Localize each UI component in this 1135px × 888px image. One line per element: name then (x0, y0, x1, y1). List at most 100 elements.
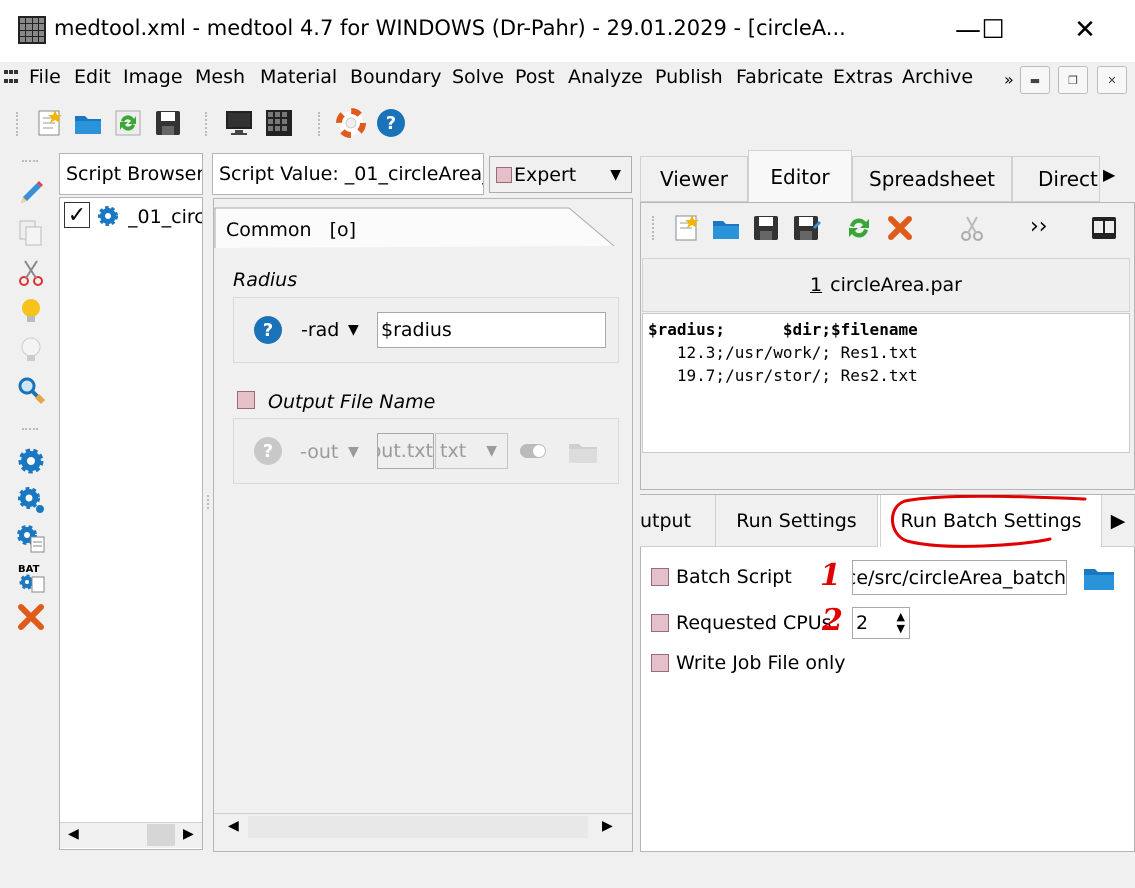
bottom-tabs-scroll-right[interactable]: ▶ (1102, 495, 1135, 547)
refresh-icon[interactable] (113, 108, 143, 138)
tab-run-settings[interactable]: Run Settings (716, 495, 878, 547)
tab-directory[interactable]: Directo (1012, 156, 1100, 202)
code-line: $radius; $dir;$filename (648, 320, 918, 339)
output-ext-select[interactable]: txt ▼ (435, 433, 508, 469)
script-value-header: Script Value: _01_circleArea_ (212, 153, 484, 195)
menu-publish[interactable]: Publish (655, 66, 723, 88)
code-editor[interactable]: $radius; $dir;$filename 12.3;/usr/work/;… (642, 313, 1130, 453)
lightbulb-on-icon[interactable] (15, 296, 47, 328)
tab-spreadsheet[interactable]: Spreadsheet (852, 156, 1012, 202)
menu-edit[interactable]: Edit (74, 66, 111, 88)
help-icon[interactable]: ? (377, 109, 405, 137)
lightbulb-off-icon[interactable] (15, 335, 47, 367)
scroll-right-arrow[interactable]: ▶ (183, 826, 194, 842)
menu-overflow-button[interactable]: » (1004, 70, 1014, 89)
scroll-right-arrow[interactable]: ▶ (602, 818, 613, 834)
tab-viewer[interactable]: Viewer (640, 156, 748, 202)
scroll-thumb[interactable] (248, 816, 588, 838)
editor-split-view-icon[interactable] (1089, 213, 1119, 243)
mode-select[interactable]: Expert ▼ (489, 156, 632, 193)
editor-save-as-icon[interactable] (791, 213, 821, 243)
open-folder-icon[interactable] (73, 108, 103, 138)
menu-extras[interactable]: Extras (833, 66, 893, 88)
menu-solve[interactable]: Solve (452, 66, 504, 88)
scroll-left-arrow[interactable]: ◀ (228, 818, 239, 834)
editor-toolbar-grip[interactable] (652, 216, 655, 240)
annotation-one: 1 (820, 558, 841, 593)
script-item-label[interactable]: _01_circl (128, 206, 202, 228)
scroll-thumb[interactable] (147, 824, 175, 846)
requested-cpus-checkbox[interactable] (651, 614, 669, 632)
batch-script-checkbox[interactable] (651, 568, 669, 586)
menu-analyze[interactable]: Analyze (568, 66, 643, 88)
output-help-icon[interactable]: ? (254, 437, 282, 465)
batch-script-label: Batch Script (676, 566, 792, 588)
batch-script-input[interactable]: ce/src/circleArea_batch (852, 560, 1067, 595)
output-toggle[interactable] (520, 444, 546, 458)
mdi-restore-button[interactable]: ❐ (1058, 66, 1088, 94)
output-file-checkbox[interactable] (237, 391, 255, 409)
tabs-scroll-right-arrow[interactable]: ▶ (1103, 165, 1115, 184)
file-tab[interactable]: 1 circleArea.par (642, 258, 1130, 312)
script-browser-list[interactable] (59, 197, 203, 850)
splitter-handle[interactable] (207, 495, 211, 509)
requested-cpus-spinbox[interactable]: 2 ▲ ▼ (852, 607, 910, 639)
gear-icon[interactable] (15, 445, 47, 477)
editor-toolbar-overflow[interactable]: ›› (1030, 214, 1048, 239)
bat-script-icon[interactable]: BAT (15, 562, 47, 594)
write-job-file-checkbox[interactable] (651, 654, 669, 672)
menu-material[interactable]: Material (260, 66, 337, 88)
scissors-icon[interactable] (15, 257, 47, 289)
grid-view-icon[interactable] (264, 108, 294, 138)
save-icon[interactable] (153, 108, 183, 138)
tab-common[interactable]: Common [o] (226, 219, 356, 241)
editor-new-icon[interactable] (672, 213, 702, 243)
search-edit-icon[interactable] (15, 374, 47, 406)
new-script-icon[interactable] (35, 108, 65, 138)
copy-icon[interactable] (15, 217, 47, 249)
mdi-close-button[interactable]: ✕ (1097, 66, 1127, 94)
output-folder-icon[interactable] (568, 440, 598, 464)
output-flag-label: -out (300, 441, 339, 463)
radius-label: Radius (233, 269, 298, 291)
script-enabled-checkbox[interactable]: ✓ (64, 202, 90, 228)
monitor-icon[interactable] (224, 108, 254, 138)
menu-app-icon[interactable] (4, 70, 18, 86)
lifebuoy-icon[interactable] (336, 108, 366, 138)
tab-editor[interactable]: Editor (748, 150, 852, 203)
editor-open-folder-icon[interactable] (711, 213, 741, 243)
delete-icon[interactable] (15, 601, 47, 633)
pencil-icon[interactable] (15, 177, 47, 209)
batch-script-folder-icon[interactable] (1083, 565, 1115, 591)
maximize-button[interactable]: ☐ (973, 12, 1013, 48)
mdi-minimize-button[interactable]: ▬ (1020, 66, 1050, 94)
script-browser-scrollbar[interactable] (60, 822, 202, 848)
menu-mesh[interactable]: Mesh (195, 66, 245, 88)
output-flag-chevron-icon[interactable]: ▼ (348, 444, 359, 460)
menu-file[interactable]: File (29, 66, 61, 88)
gear-script-icon[interactable] (15, 523, 47, 555)
tab-common-label: Common (226, 219, 312, 241)
mode-select-value: Expert (514, 163, 577, 186)
radius-flag-chevron-icon[interactable]: ▼ (348, 322, 359, 338)
sidebar-grip[interactable] (22, 160, 38, 168)
menu-boundary[interactable]: Boundary (350, 66, 442, 88)
spin-arrows-icon[interactable]: ▲ ▼ (897, 611, 905, 635)
editor-delete-icon[interactable] (885, 213, 915, 243)
editor-reload-icon[interactable] (844, 213, 874, 243)
menu-archive[interactable]: Archive (902, 66, 973, 88)
menu-fabricate[interactable]: Fabricate (736, 66, 823, 88)
toolbar-grip[interactable] (16, 112, 19, 136)
radius-help-icon[interactable]: ? (254, 316, 282, 344)
editor-cut-icon[interactable] (957, 213, 987, 243)
close-button[interactable]: ✕ (1065, 12, 1105, 48)
menu-post[interactable]: Post (515, 66, 555, 88)
output-file-input[interactable]: out.txt (377, 433, 434, 469)
menu-image[interactable]: Image (123, 66, 183, 88)
editor-save-icon[interactable] (751, 213, 781, 243)
annotation-two: 2 (822, 603, 843, 638)
tab-output[interactable]: utput (640, 495, 716, 547)
gears-icon[interactable] (15, 484, 47, 516)
scroll-left-arrow[interactable]: ◀ (68, 826, 79, 842)
radius-input[interactable]: $radius (377, 312, 606, 348)
